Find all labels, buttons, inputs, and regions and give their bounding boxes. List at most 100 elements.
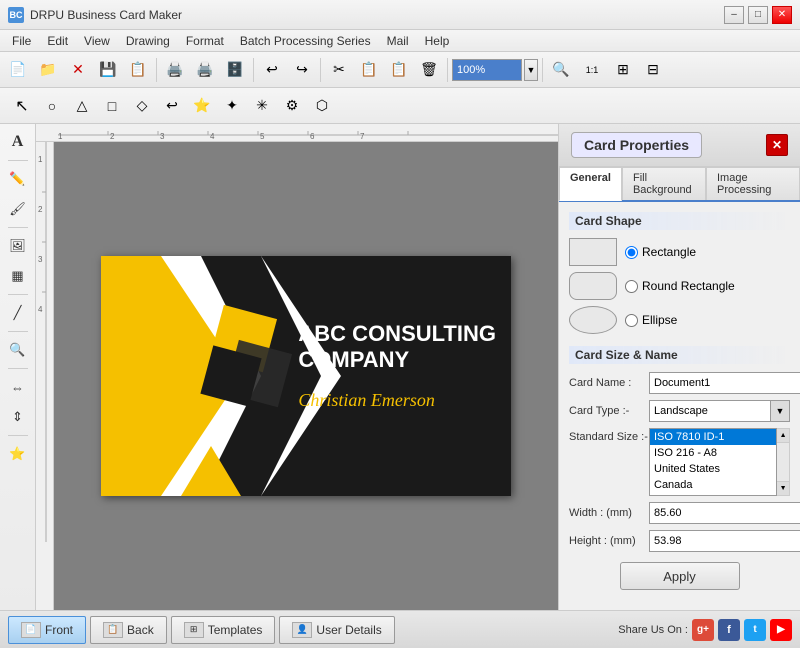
lt-sep1	[8, 160, 28, 161]
listbox-scroll-up[interactable]: ▲	[777, 429, 789, 443]
star-shape-tool[interactable]: ⭐	[4, 440, 32, 468]
panel-tabs: General Fill Background Image Processing	[559, 167, 800, 202]
pencil-tool[interactable]: ✏️	[4, 165, 32, 193]
diamond-tool[interactable]: ◇	[128, 92, 156, 120]
menu-batch[interactable]: Batch Processing Series	[232, 32, 379, 50]
listbox-item-2[interactable]: United States	[650, 461, 776, 477]
menu-help[interactable]: Help	[417, 32, 458, 50]
shape-preview-ellipse	[569, 306, 617, 334]
menu-bar: File Edit View Drawing Format Batch Proc…	[0, 30, 800, 52]
line-tool[interactable]: ╱	[4, 299, 32, 327]
card-type-select[interactable]: Landscape Portrait	[649, 400, 790, 422]
radio-round-rectangle[interactable]	[625, 280, 638, 293]
copy-button[interactable]: 📋	[355, 56, 383, 84]
shape-row-ellipse: Ellipse	[569, 306, 790, 334]
delete-button[interactable]: 🗑	[415, 56, 443, 84]
shape-preview-round-rectangle	[569, 272, 617, 300]
database-button[interactable]: 🗄️	[221, 56, 249, 84]
listbox-item-3[interactable]: Canada	[650, 477, 776, 493]
tab-fill-background[interactable]: Fill Background	[622, 167, 706, 200]
print-preview-button[interactable]: 🖨️	[161, 56, 189, 84]
shape-radio-ellipse[interactable]: Ellipse	[625, 313, 677, 327]
paste-button[interactable]: 📋	[385, 56, 413, 84]
card-size-section-title: Card Size & Name	[569, 346, 790, 364]
grid-button[interactable]: ⊞	[609, 56, 637, 84]
width-input[interactable]	[649, 502, 800, 524]
barcode-tool[interactable]: ▦	[4, 262, 32, 290]
brush-tool[interactable]: 🖌	[4, 195, 32, 223]
panel-close-button[interactable]: ✕	[766, 134, 788, 156]
shape-preview-rectangle	[569, 238, 617, 266]
print-button[interactable]: 🖨️	[191, 56, 219, 84]
canvas-surface[interactable]: ABC CONSULTING COMPANY Christian Emerson	[54, 142, 558, 610]
svg-text:2: 2	[110, 132, 115, 141]
text-tool[interactable]: A	[4, 128, 32, 156]
star-tool[interactable]: ⭐	[188, 92, 216, 120]
open-button[interactable]: 📁	[34, 56, 62, 84]
listbox-scroll-down[interactable]: ▼	[777, 481, 789, 495]
cut-button[interactable]: ✂	[325, 56, 353, 84]
share-section: Share Us On : g+ f t ▶	[618, 619, 792, 641]
gear-tool[interactable]: ⚙	[278, 92, 306, 120]
shape-radio-round-rectangle[interactable]: Round Rectangle	[625, 279, 735, 293]
front-button[interactable]: 📄 Front	[8, 616, 86, 644]
zoom-100-button[interactable]: 1:1	[577, 56, 607, 84]
templates-button[interactable]: ⊞ Templates	[171, 616, 276, 644]
menu-drawing[interactable]: Drawing	[118, 32, 178, 50]
save-as-button[interactable]: 📋	[124, 56, 152, 84]
new-button[interactable]: 📄	[4, 56, 32, 84]
triangle-tool[interactable]: △	[68, 92, 96, 120]
zoom-input[interactable]: 100%	[452, 59, 522, 81]
maximize-button[interactable]: □	[748, 6, 768, 24]
google-plus-icon[interactable]: g+	[692, 619, 714, 641]
fit-button[interactable]: ⊟	[639, 56, 667, 84]
tab-image-processing[interactable]: Image Processing	[706, 167, 800, 200]
asterisk-tool[interactable]: ✳	[248, 92, 276, 120]
menu-view[interactable]: View	[76, 32, 118, 50]
back-button[interactable]: 📋 Back	[90, 616, 167, 644]
card-name-row: Card Name :	[569, 372, 790, 394]
undo-button[interactable]: ↩	[258, 56, 286, 84]
close-button[interactable]: ✕	[772, 6, 792, 24]
tab-general[interactable]: General	[559, 167, 622, 201]
select-tool[interactable]: ↖	[8, 92, 36, 120]
facebook-icon[interactable]: f	[718, 619, 740, 641]
flip-v-tool[interactable]: ⇕	[4, 403, 32, 431]
zoom-tool[interactable]: 🔍	[4, 336, 32, 364]
circle-tool[interactable]: ○	[38, 92, 66, 120]
cross-tool[interactable]: ✦	[218, 92, 246, 120]
close-doc-button[interactable]: ✕	[64, 56, 92, 84]
zoom-dropdown[interactable]: ▼	[524, 59, 538, 81]
shape-radio-rectangle[interactable]: Rectangle	[625, 245, 696, 259]
save-button[interactable]: 💾	[94, 56, 122, 84]
arc-tool[interactable]: ↩	[158, 92, 186, 120]
standard-size-row: Standard Size :- ISO 7810 ID-1 ISO 216 -…	[569, 428, 790, 496]
height-label: Height : (mm)	[569, 535, 649, 547]
bottom-bar: 📄 Front 📋 Back ⊞ Templates 👤 User Detail…	[0, 610, 800, 648]
zoom-out-button[interactable]: 🔍	[547, 56, 575, 84]
menu-edit[interactable]: Edit	[39, 32, 76, 50]
flip-h-tool[interactable]: ⇔	[4, 373, 32, 401]
redo-button[interactable]: ↪	[288, 56, 316, 84]
apply-button[interactable]: Apply	[620, 562, 740, 590]
height-input[interactable]	[649, 530, 800, 552]
listbox-item-0[interactable]: ISO 7810 ID-1	[650, 429, 776, 445]
menu-file[interactable]: File	[4, 32, 39, 50]
user-details-button[interactable]: 👤 User Details	[279, 616, 394, 644]
card-person-name: Christian Emerson	[298, 390, 496, 411]
listbox-item-1[interactable]: ISO 216 - A8	[650, 445, 776, 461]
card-name-input[interactable]	[649, 372, 800, 394]
standard-size-listbox[interactable]: ISO 7810 ID-1 ISO 216 - A8 United States…	[649, 428, 777, 496]
radio-rectangle[interactable]	[625, 246, 638, 259]
lt-sep6	[8, 435, 28, 436]
menu-mail[interactable]: Mail	[379, 32, 417, 50]
width-label: Width : (mm)	[569, 507, 649, 519]
rect-tool[interactable]: □	[98, 92, 126, 120]
radio-ellipse[interactable]	[625, 314, 638, 327]
minimize-button[interactable]: –	[724, 6, 744, 24]
image-tool[interactable]: 🖼	[4, 232, 32, 260]
hex-tool[interactable]: ⬡	[308, 92, 336, 120]
youtube-icon[interactable]: ▶	[770, 619, 792, 641]
twitter-icon[interactable]: t	[744, 619, 766, 641]
menu-format[interactable]: Format	[178, 32, 232, 50]
